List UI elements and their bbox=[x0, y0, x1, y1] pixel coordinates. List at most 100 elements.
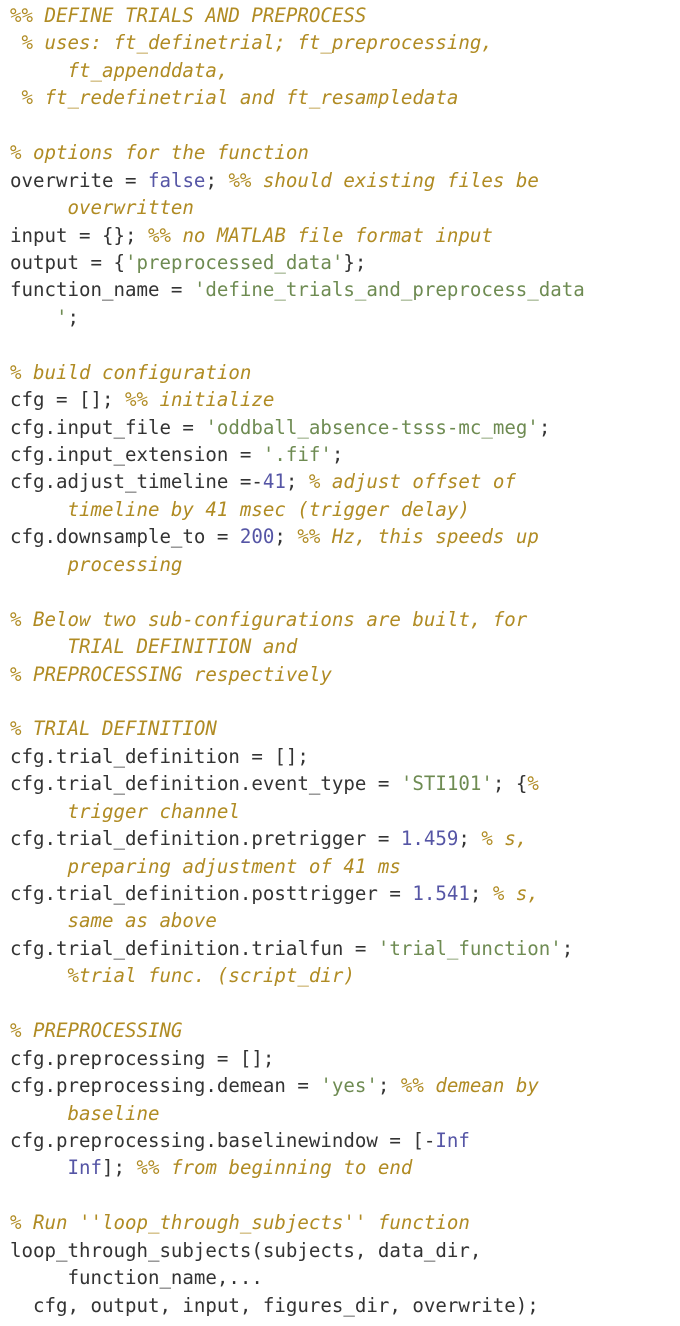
code-line: %% DEFINE TRIALS AND PREPROCESS bbox=[0, 2, 680, 29]
code-token-plain: ; bbox=[67, 305, 79, 329]
code-line: cfg, output, input, figures_dir, overwri… bbox=[0, 1292, 680, 1319]
code-line: cfg.preprocessing.baselinewindow = [-Inf bbox=[0, 1127, 680, 1154]
code-line: loop_through_subjects(subjects, data_dir… bbox=[0, 1237, 680, 1264]
code-token-keyword: Inf bbox=[435, 1128, 470, 1152]
code-token-plain: cfg.input_extension = bbox=[10, 443, 263, 466]
code-token-comment: % Run ''loop_through_subjects'' function bbox=[10, 1211, 470, 1235]
code-token-plain: cfg, output, input, figures_dir, overwri… bbox=[10, 1293, 539, 1317]
code-token-plain: ; bbox=[205, 168, 229, 192]
code-line: cfg.trial_definition.posttrigger = 1.541… bbox=[0, 880, 680, 907]
code-line: cfg.downsample_to = 200; %% Hz, this spe… bbox=[0, 523, 680, 550]
code-token-comment: % adjust offset of bbox=[308, 470, 516, 494]
code-token-comment: timeline by 41 msec (trigger delay) bbox=[10, 497, 470, 521]
code-token-plain: ; bbox=[561, 936, 574, 960]
code-token-string: 'yes' bbox=[320, 1074, 378, 1098]
code-token-plain: cfg.adjust_timeline =- bbox=[10, 470, 263, 494]
code-token-plain: cfg.preprocessing.baselinewindow = [- bbox=[10, 1128, 436, 1152]
code-token-plain: loop_through_subjects(subjects, data_dir… bbox=[10, 1238, 482, 1262]
code-token-plain: ]; bbox=[101, 1156, 137, 1180]
code-token-plain: output = { bbox=[10, 250, 125, 274]
code-line: cfg.adjust_timeline =-41; % adjust offse… bbox=[0, 468, 680, 495]
code-line: cfg.trial_definition.trialfun = 'trial_f… bbox=[0, 935, 680, 962]
code-token-plain: cfg.trial_definition.trialfun = bbox=[10, 936, 378, 960]
code-token-plain: cfg.input_file = bbox=[10, 415, 206, 439]
code-line: Inf]; %% from beginning to end bbox=[0, 1154, 680, 1181]
code-token-plain: function_name,... bbox=[10, 1266, 263, 1290]
code-token-plain: ; bbox=[458, 827, 482, 851]
code-line: baseline bbox=[0, 1100, 680, 1127]
code-token-plain: ; bbox=[285, 470, 309, 494]
code-token-string: 'oddball_absence-tsss-mc_meg' bbox=[205, 415, 539, 439]
code-line: overwritten bbox=[0, 194, 680, 221]
code-line: % Below two sub-configurations are built… bbox=[0, 606, 680, 633]
code-line: cfg.trial_definition = []; bbox=[0, 743, 680, 770]
code-token-plain: ; { bbox=[492, 772, 528, 796]
code-token-comment: % PREPROCESSING bbox=[10, 1019, 183, 1043]
code-line: cfg.preprocessing.demean = 'yes'; %% dem… bbox=[0, 1072, 680, 1099]
code-line: % PREPROCESSING respectively bbox=[0, 661, 680, 688]
code-token-keyword: Inf bbox=[67, 1156, 102, 1180]
code-token-number: 41 bbox=[262, 470, 286, 494]
code-token-plain: ; bbox=[331, 443, 344, 466]
code-token-comment: % bbox=[527, 772, 539, 796]
code-token-comment: % PREPROCESSING respectively bbox=[10, 662, 332, 686]
code-token-comment: ft_appenddata, bbox=[10, 58, 229, 82]
code-token-keyword: false bbox=[147, 168, 206, 192]
code-token-string: '.fif' bbox=[262, 443, 332, 466]
code-token-comment: same as above bbox=[10, 909, 217, 933]
code-line: function_name,... bbox=[0, 1264, 680, 1291]
code-line: cfg.preprocessing = []; bbox=[0, 1045, 680, 1072]
code-line: % PREPROCESSING bbox=[0, 1017, 680, 1044]
code-line: cfg = []; %% initialize bbox=[0, 386, 680, 413]
code-token-comment: % s, bbox=[492, 882, 539, 905]
code-line: function_name = 'define_trials_and_prepr… bbox=[0, 276, 680, 303]
code-token-plain: cfg.trial_definition = []; bbox=[10, 744, 309, 768]
code-token-comment: % s, bbox=[481, 827, 528, 851]
code-line: % TRIAL DEFINITION bbox=[0, 715, 680, 742]
code-token-string: 'trial_function' bbox=[377, 936, 562, 960]
code-token-comment: preparing adjustment of 41 ms bbox=[10, 854, 401, 878]
code-token-string: 'preprocessed_data' bbox=[124, 250, 344, 274]
code-line: % options for the function bbox=[0, 139, 680, 166]
code-token-plain: ; bbox=[469, 882, 493, 905]
code-token-number: 1.541 bbox=[412, 882, 470, 905]
code-line: input = {}; %% no MATLAB file format inp… bbox=[0, 222, 680, 249]
code-line: same as above bbox=[0, 907, 680, 934]
code-line: preparing adjustment of 41 ms bbox=[0, 853, 680, 880]
code-token-comment: %% no MATLAB file format input bbox=[147, 223, 493, 247]
code-token-comment: overwritten bbox=[10, 196, 194, 220]
code-line: timeline by 41 msec (trigger delay) bbox=[0, 496, 680, 523]
code-line: cfg.input_file = 'oddball_absence-tsss-m… bbox=[0, 414, 680, 441]
code-token-comment: trigger channel bbox=[10, 799, 240, 823]
code-token-comment: % uses: ft_definetrial; ft_preprocessing… bbox=[10, 31, 493, 55]
code-token-plain: function_name = bbox=[10, 278, 194, 302]
code-line: ft_appenddata, bbox=[0, 57, 680, 84]
code-token-comment: TRIAL DEFINITION and bbox=[10, 635, 298, 659]
code-token-comment: % ft_redefinetrial and ft_resampledata bbox=[10, 86, 459, 110]
code-line: cfg.trial_definition.pretrigger = 1.459;… bbox=[0, 825, 680, 852]
code-token-plain: overwrite = bbox=[10, 168, 148, 192]
code-line: trigger channel bbox=[0, 798, 680, 825]
code-token-comment: %% from beginning to end bbox=[136, 1156, 413, 1180]
code-line: cfg.trial_definition.event_type = 'STI10… bbox=[0, 770, 680, 797]
code-token-string: ' bbox=[10, 305, 68, 329]
code-token-plain: ; bbox=[538, 415, 551, 439]
code-line: % Run ''loop_through_subjects'' function bbox=[0, 1209, 680, 1236]
code-token-plain: input = {}; bbox=[10, 223, 148, 247]
code-token-string: 'STI101' bbox=[400, 772, 493, 796]
code-line: % uses: ft_definetrial; ft_preprocessing… bbox=[0, 29, 680, 56]
code-token-plain: cfg.trial_definition.posttrigger = bbox=[10, 882, 413, 905]
code-token-plain: cfg.trial_definition.pretrigger = bbox=[10, 827, 401, 851]
code-line: overwrite = false; %% should existing fi… bbox=[0, 167, 680, 194]
code-token-comment: % options for the function bbox=[10, 141, 309, 165]
code-line: output = {'preprocessed_data'}; bbox=[0, 249, 680, 276]
code-token-comment: % TRIAL DEFINITION bbox=[10, 717, 217, 741]
code-line: % build configuration bbox=[0, 359, 680, 386]
code-token-number: 200 bbox=[239, 525, 275, 549]
